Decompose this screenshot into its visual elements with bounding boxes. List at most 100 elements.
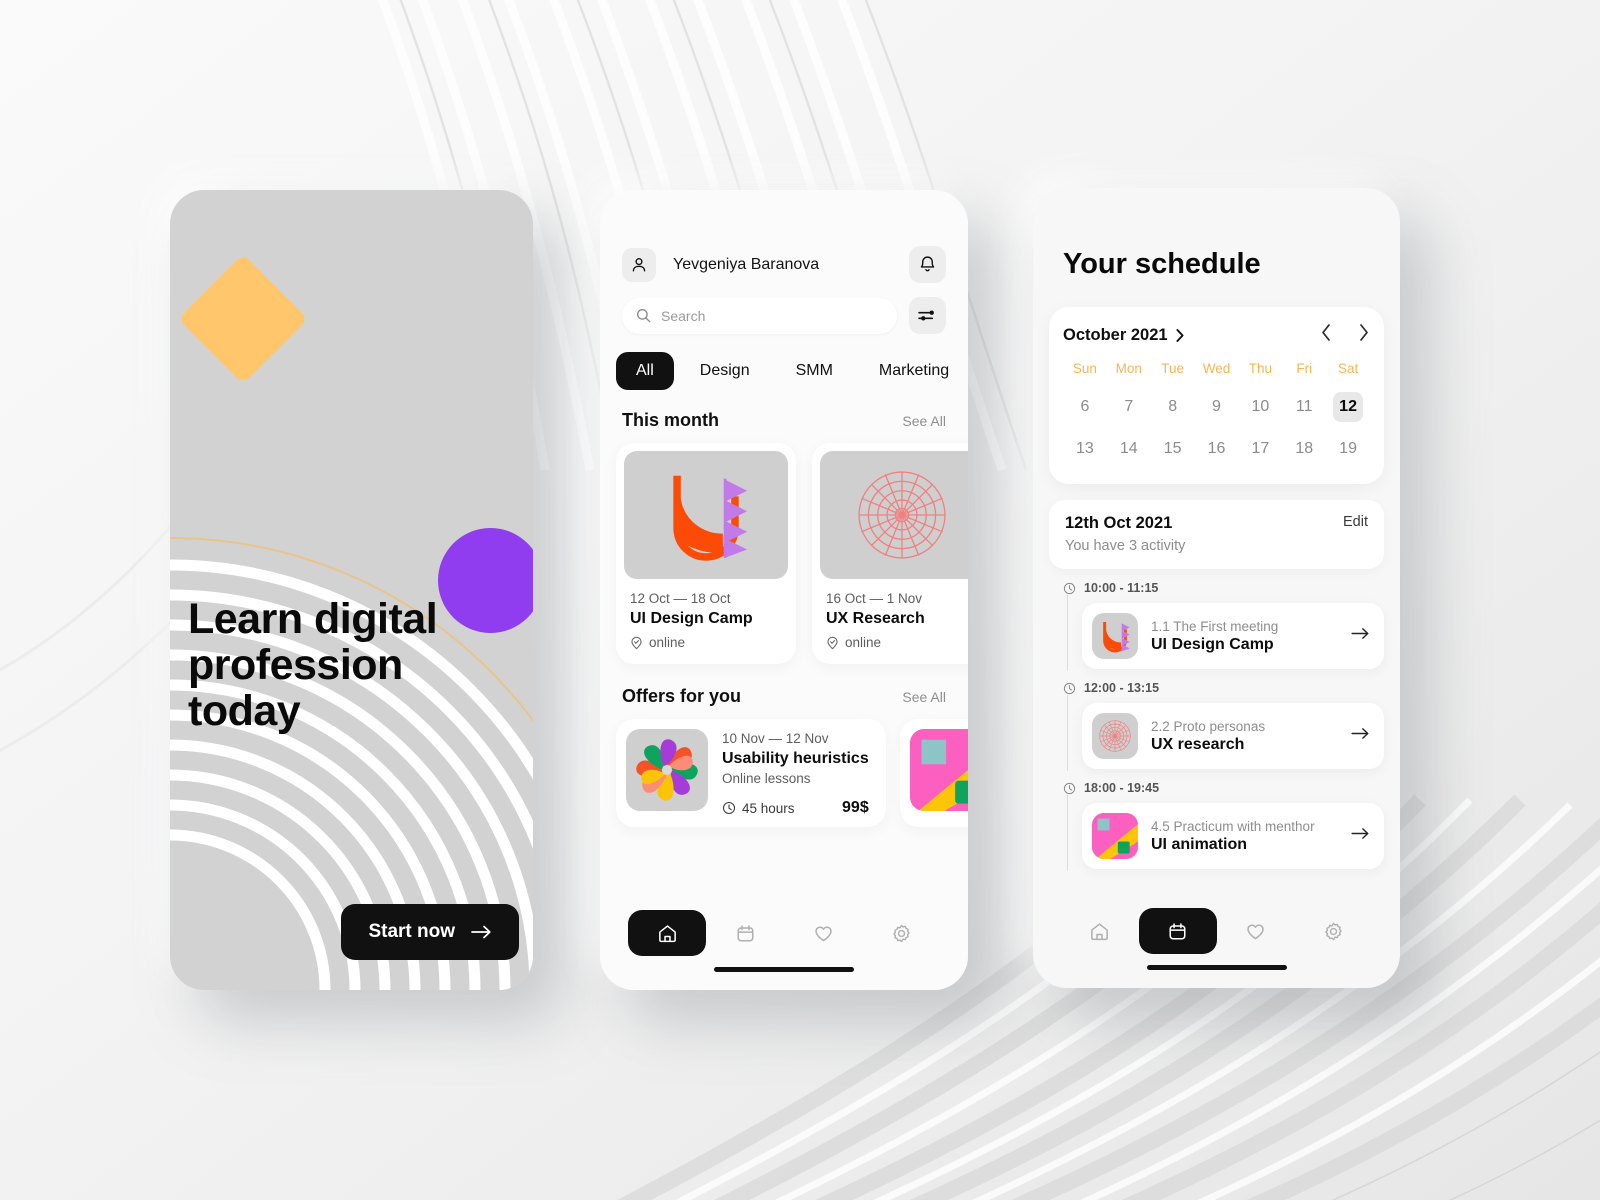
offers-header: Offers for you See All xyxy=(600,664,968,707)
schedule-tabbar xyxy=(1033,896,1400,988)
calendar-day-selected[interactable]: 12 xyxy=(1326,392,1370,422)
tab-settings[interactable] xyxy=(862,910,940,956)
event-subtitle: 2.2 Proto personas xyxy=(1151,718,1266,734)
tab-calendar[interactable] xyxy=(706,910,784,956)
event-time-label: 18:00 - 19:45 xyxy=(1084,781,1160,795)
event-text: 2.2 Proto personas UX research xyxy=(1151,719,1265,754)
edit-button[interactable]: Edit xyxy=(1343,514,1368,554)
ui-camp-logo-icon xyxy=(1103,622,1130,653)
start-now-button[interactable]: Start now xyxy=(341,904,519,960)
offer-dates: 10 Nov — 12 Nov xyxy=(722,731,829,746)
calendar-day[interactable]: 14 xyxy=(1107,434,1151,464)
calendar-day[interactable]: 18 xyxy=(1282,434,1326,464)
calendar-day-label: 13 xyxy=(1076,440,1094,457)
search-row xyxy=(600,283,968,334)
calendar-day[interactable]: 11 xyxy=(1282,392,1326,422)
calendar-day-label: 14 xyxy=(1119,440,1138,457)
calendar-day[interactable]: 6 xyxy=(1063,392,1107,422)
tab-all[interactable]: All xyxy=(616,352,674,390)
search-input[interactable] xyxy=(661,307,883,324)
calendar-day-label: 15 xyxy=(1163,440,1182,457)
tab-marketing[interactable]: Marketing xyxy=(859,352,968,390)
offer-card[interactable] xyxy=(900,719,968,827)
course-location: online xyxy=(820,628,968,650)
weekday-label: Sun xyxy=(1072,361,1097,376)
event-time-label: 10:00 - 11:15 xyxy=(1084,581,1159,595)
calendar-day-label: 11 xyxy=(1295,398,1313,415)
month-picker-button[interactable] xyxy=(1175,328,1186,343)
event-open-button[interactable] xyxy=(1351,627,1370,645)
calendar-month[interactable]: October 2021 xyxy=(1063,326,1168,345)
offer-thumbnail xyxy=(626,729,708,811)
calendar-nav xyxy=(1320,323,1370,347)
home-indicator xyxy=(1146,965,1287,970)
search-box[interactable] xyxy=(622,297,897,334)
course-thumbnail xyxy=(624,451,788,579)
pink-logo-icon xyxy=(910,729,968,811)
tab-favorites[interactable] xyxy=(1217,908,1295,954)
calendar-day[interactable]: 16 xyxy=(1195,434,1239,464)
offer-name: Usability heuristics xyxy=(722,750,869,767)
chevron-right-icon xyxy=(1360,324,1368,341)
calendar-day-label: 7 xyxy=(1124,398,1134,415)
next-month-button[interactable] xyxy=(1357,323,1370,347)
calendar-day[interactable]: 7 xyxy=(1107,392,1151,422)
tab-settings[interactable] xyxy=(1294,908,1372,954)
radar-logo-icon xyxy=(1099,720,1131,752)
calendar-day[interactable]: 15 xyxy=(1151,434,1195,464)
calendar-day[interactable]: 10 xyxy=(1238,392,1282,422)
prev-month-button[interactable] xyxy=(1320,323,1333,347)
course-card[interactable]: 12 Oct — 18 Oct UI Design Camp online xyxy=(616,443,796,664)
pink-logo-icon xyxy=(1092,813,1138,859)
clock-icon xyxy=(722,801,736,815)
calendar-day[interactable]: 9 xyxy=(1195,392,1239,422)
tab-calendar[interactable] xyxy=(1138,908,1217,954)
notifications-button[interactable] xyxy=(909,246,946,283)
calendar-day-label: 9 xyxy=(1212,398,1221,415)
course-name: UI Design Camp xyxy=(630,610,753,627)
schedule-screen: Your schedule October 2021 Sun Mon Tue W… xyxy=(1033,188,1400,988)
calendar-day[interactable]: 8 xyxy=(1151,392,1195,422)
calendar-week-row: 6 7 8 9 10 11 12 xyxy=(1063,392,1370,422)
radar-logo-icon xyxy=(858,471,946,559)
day-summary-card: 12th Oct 2021 You have 3 activity Edit xyxy=(1049,500,1384,569)
event-card[interactable]: 1.1 The First meeting UI Design Camp xyxy=(1082,603,1384,669)
calendar-day[interactable]: 19 xyxy=(1326,434,1370,464)
this-month-see-all[interactable]: See All xyxy=(902,413,946,429)
event-open-button[interactable] xyxy=(1351,727,1370,745)
calendar-day[interactable]: 13 xyxy=(1063,434,1107,464)
offer-footer: 45 hours 99$ xyxy=(722,799,869,817)
calendar-day-label: 8 xyxy=(1168,398,1178,415)
arrow-right-icon xyxy=(1351,728,1369,739)
calendar-day-label: 19 xyxy=(1339,440,1357,457)
calendar-card: October 2021 Sun Mon Tue Wed Thu Fri Sat… xyxy=(1049,307,1384,484)
event-time: 18:00 - 19:45 xyxy=(1063,781,1384,795)
filter-button[interactable] xyxy=(909,297,946,334)
tab-design[interactable]: Design xyxy=(680,352,770,390)
calendar-day[interactable]: 17 xyxy=(1238,434,1282,464)
gear-icon xyxy=(892,924,910,942)
event-name: UI animation xyxy=(1151,835,1248,853)
event-card[interactable]: 4.5 Practicum with menthor UI animation xyxy=(1082,803,1384,869)
event-open-button[interactable] xyxy=(1351,827,1370,845)
tab-favorites[interactable] xyxy=(784,910,862,956)
event-wrapper: 1.1 The First meeting UI Design Camp xyxy=(1067,595,1384,671)
schedule-timeline: 10:00 - 11:15 1.1 The First meeting UI D… xyxy=(1063,581,1384,871)
sliders-icon xyxy=(918,310,934,321)
tab-home[interactable] xyxy=(628,910,706,956)
event-card[interactable]: 2.2 Proto personas UX research xyxy=(1082,703,1384,769)
tab-smm[interactable]: SMM xyxy=(776,352,853,390)
weekday-label: Mon xyxy=(1115,361,1142,376)
event-thumbnail xyxy=(1092,713,1138,759)
offers-see-all[interactable]: See All xyxy=(902,689,946,705)
course-card[interactable]: 16 Oct — 1 Nov UX Research online xyxy=(812,443,968,664)
search-icon xyxy=(636,308,651,323)
clock-icon xyxy=(1063,782,1076,794)
calendar-icon xyxy=(736,924,754,942)
tab-home[interactable] xyxy=(1061,908,1139,954)
avatar[interactable] xyxy=(622,247,656,282)
course-location-label: online xyxy=(649,635,686,650)
weekday-label: Tue xyxy=(1161,361,1185,376)
clock-icon xyxy=(1063,582,1076,594)
offer-card[interactable]: 10 Nov — 12 Nov Usability heuristics Onl… xyxy=(616,719,886,827)
